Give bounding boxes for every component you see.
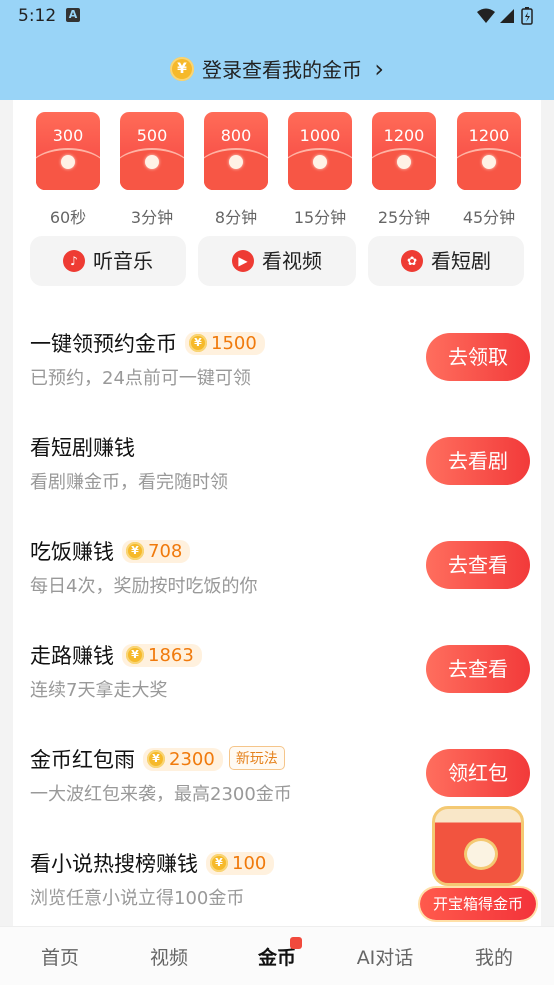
coin-icon: ¥	[189, 333, 207, 352]
task-title: 一键领预约金币	[30, 332, 177, 356]
chip-label: 看视频	[262, 249, 322, 273]
task-subtitle: 一大波红包来袭，最高2300金币	[30, 784, 292, 805]
tab-mine[interactable]: 我的	[449, 943, 539, 970]
red-packet-label: 60秒	[49, 208, 87, 227]
coin-icon: ¥	[170, 56, 195, 81]
red-packet-5[interactable]: 1200	[372, 112, 436, 190]
task-item: 吃饭赚钱 ¥708 每日4次，奖励按时吃饭的你 去查看	[30, 536, 530, 624]
tab-ai-chat[interactable]: AI对话	[340, 943, 430, 970]
task-item: 看短剧赚钱 看剧赚金币，看完随时领 去看剧	[30, 432, 530, 520]
task-subtitle: 浏览任意小说立得100金币	[30, 888, 245, 909]
task-button[interactable]: 去查看	[426, 645, 530, 693]
task-item: 一键领预约金币 ¥1500 已预约，24点前可一键可领 去领取	[30, 328, 530, 416]
treasure-chest-widget[interactable]: 开宝箱得金币	[420, 806, 538, 922]
task-item: 走路赚钱 ¥1863 连续7天拿走大奖 去查看	[30, 640, 530, 728]
red-packet-3[interactable]: 800	[204, 112, 268, 190]
coin-icon: ¥	[126, 541, 144, 560]
red-packet-label: 8分钟	[214, 208, 258, 227]
film-reel-icon: ✿	[401, 249, 423, 272]
task-subtitle: 看剧赚金币，看完随时领	[30, 472, 228, 493]
red-packet-badge-icon	[290, 937, 302, 949]
wifi-signal-battery-icon	[477, 7, 533, 25]
music-note-icon: ♪	[63, 249, 85, 272]
coin-badge: ¥2300	[143, 747, 223, 771]
task-subtitle: 已预约，24点前可一键可领	[30, 368, 251, 389]
chip-label: 看短剧	[431, 249, 491, 273]
status-icons	[476, 7, 540, 29]
red-packet-4[interactable]: 1000	[288, 112, 352, 190]
task-subtitle: 连续7天拿走大奖	[30, 680, 168, 701]
chip-watch-video[interactable]: ▶ 看视频	[198, 236, 356, 286]
red-packet-1[interactable]: 300	[36, 112, 100, 190]
login-banner[interactable]: ¥ 登录查看我的金币 ›	[0, 32, 554, 100]
play-icon: ▶	[232, 249, 254, 272]
main-content: 300 60秒 500 3分钟 800 8分钟 1000 15分钟 1200 2…	[13, 100, 541, 926]
tab-coins[interactable]: 金币	[232, 937, 322, 970]
chest-lock-icon	[464, 838, 498, 870]
task-button[interactable]: 去看剧	[426, 437, 530, 485]
tab-home[interactable]: 首页	[15, 943, 105, 970]
chip-listen-music[interactable]: ♪ 听音乐	[30, 236, 186, 286]
red-packet-2[interactable]: 500	[120, 112, 184, 190]
coin-badge: ¥1863	[122, 643, 202, 667]
login-text: 登录查看我的金币	[202, 58, 363, 82]
coin-icon: ¥	[126, 645, 144, 664]
task-button[interactable]: 去查看	[426, 541, 530, 589]
task-button[interactable]: 领红包	[426, 749, 530, 797]
notification-a-icon: A	[66, 8, 80, 22]
bottom-tab-bar: 首页 视频 金币 AI对话 我的	[0, 926, 554, 985]
coin-icon: ¥	[147, 749, 165, 768]
new-play-tag: 新玩法	[228, 746, 285, 770]
task-title: 看小说热搜榜赚钱	[30, 852, 198, 876]
red-packet-label: 45分钟	[462, 208, 516, 227]
chevron-right-icon: ›	[374, 55, 384, 83]
status-bar: 5:12 A	[0, 0, 554, 32]
task-title: 吃饭赚钱	[30, 540, 114, 564]
tab-video[interactable]: 视频	[124, 943, 214, 970]
red-packet-label: 15分钟	[293, 208, 347, 227]
coin-badge: ¥100	[206, 851, 275, 875]
task-subtitle: 每日4次，奖励按时吃饭的你	[30, 576, 258, 597]
red-packet-6[interactable]: 1200	[457, 112, 521, 190]
coin-badge: ¥1500	[185, 331, 265, 355]
task-title: 走路赚钱	[30, 644, 114, 668]
red-packet-label: 25分钟	[377, 208, 431, 227]
red-packet-row: 300 60秒 500 3分钟 800 8分钟 1000 15分钟 1200 2…	[13, 112, 541, 227]
status-time: 5:12	[18, 6, 57, 26]
task-title: 金币红包雨	[30, 748, 135, 772]
task-title: 看短剧赚钱	[30, 436, 135, 460]
coin-icon: ¥	[210, 853, 228, 872]
task-button[interactable]: 去领取	[426, 333, 530, 381]
chip-label: 听音乐	[93, 249, 153, 273]
chest-label: 开宝箱得金币	[420, 888, 536, 920]
chip-watch-drama[interactable]: ✿ 看短剧	[368, 236, 524, 286]
red-packet-label: 3分钟	[130, 208, 174, 227]
coin-badge: ¥708	[122, 539, 191, 563]
